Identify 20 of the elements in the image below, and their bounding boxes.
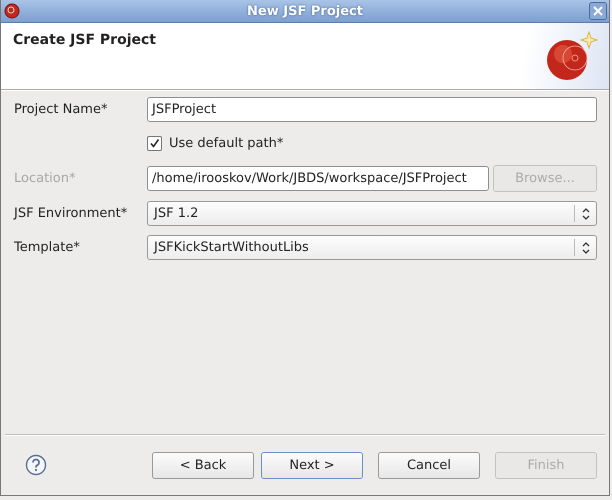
field-label: JSF Environment* [14, 206, 128, 221]
window-title: New JSF Project [246, 4, 364, 18]
page-title: Create JSF Project [13, 32, 156, 48]
dropdown[interactable]: JSFKickStartWithoutLibs [147, 235, 597, 260]
checkmark-icon [149, 138, 160, 149]
field-label: Location* [14, 171, 76, 186]
dialog-button[interactable]: Cancel [378, 452, 480, 478]
input-field[interactable]: JSFProject [147, 97, 597, 122]
checkbox[interactable]: Use default path* [147, 136, 284, 151]
globe-icon [4, 3, 20, 19]
dialog-button[interactable]: Next > [261, 452, 363, 478]
help-icon[interactable] [25, 454, 47, 476]
dropdown[interactable]: JSF 1.2 [147, 201, 597, 226]
dialog-button[interactable]: < Back [152, 452, 254, 478]
field-label: Project Name* [14, 102, 108, 117]
up-down-icon [581, 206, 591, 220]
close-icon [592, 5, 604, 17]
field-label: Template* [14, 240, 81, 255]
close-button[interactable] [589, 2, 607, 20]
up-down-icon [581, 240, 591, 254]
